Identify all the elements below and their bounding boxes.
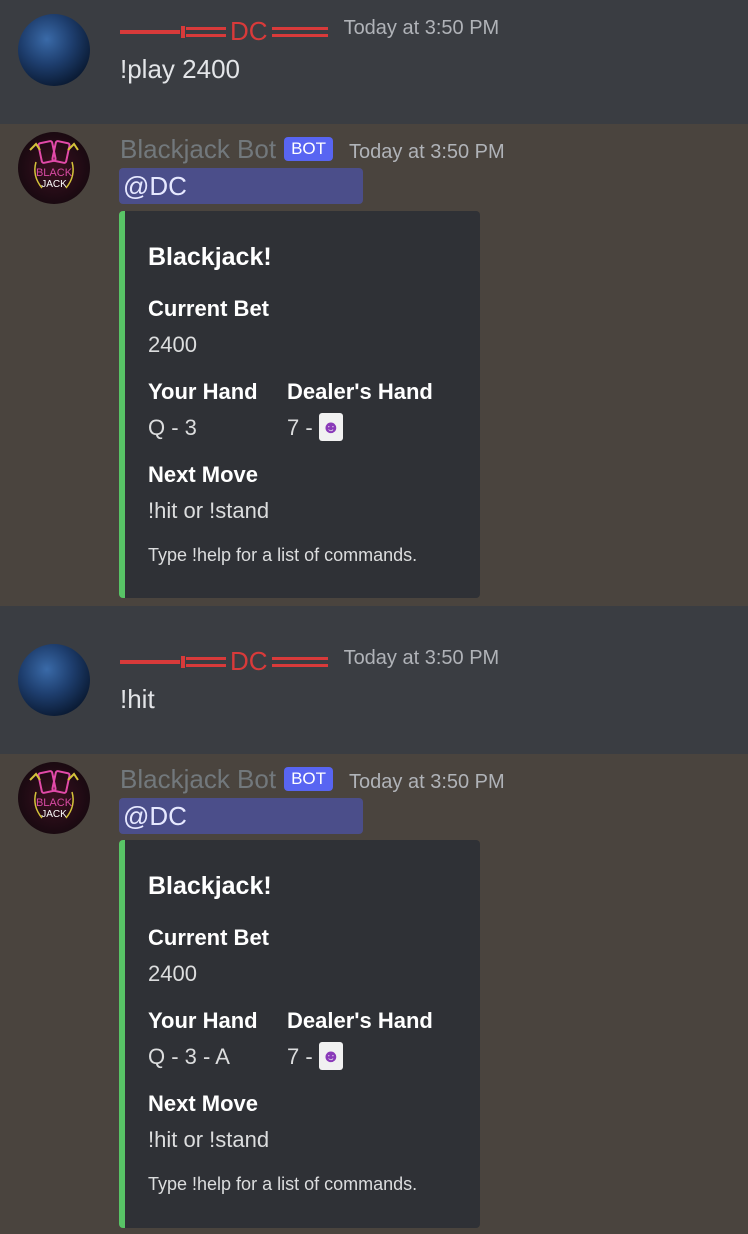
name-decoration-double [186,656,226,667]
username[interactable]: Blackjack Bot [120,134,276,165]
svg-text:JACK: JACK [41,179,67,190]
user-mention[interactable]: @DC [119,168,363,204]
embed-title: Blackjack! [148,872,272,900]
bot-tag-badge: BOT [284,767,334,791]
name-decoration-left [120,29,180,34]
embed-footer: Type !help for a list of commands. [148,545,418,565]
name-decoration-tick [181,655,185,668]
name-decoration-right [271,26,328,37]
field-your-hand-value: Q - 3 [148,415,197,440]
username-text: DC [230,16,268,46]
message-header: DC Today at 3:50 PM [120,646,499,677]
user-avatar[interactable] [18,644,90,716]
name-decoration-right [271,656,328,667]
mention-text: @DC [123,800,187,831]
message-bot-embed-1: BLACK JACK Blackjack Bot BOT Today at 3:… [0,124,748,606]
field-your-hand-label: Your Hand [148,379,258,404]
timestamp: Today at 3:50 PM [343,16,500,39]
joker-card-icon: ☻ [318,1042,343,1071]
message-header: DC Today at 3:50 PM [120,16,499,47]
embed-title: Blackjack! [148,243,272,271]
message-header: Blackjack Bot BOT Today at 3:50 PM [120,764,505,795]
field-current-bet-value: 2400 [148,961,197,986]
timestamp: Today at 3:50 PM [349,141,505,163]
user-mention[interactable]: @DC [119,798,363,834]
timestamp: Today at 3:50 PM [349,771,505,793]
timestamp: Today at 3:50 PM [343,646,500,669]
field-next-move-label: Next Move [148,1091,259,1116]
user-avatar[interactable] [18,14,90,86]
field-your-hand-value: Q - 3 - A [148,1044,230,1069]
message-user-play: DC Today at 3:50 PM !play 2400 [0,0,748,124]
name-decoration-left [120,659,180,664]
field-next-move-value: !hit or !stand [148,1127,270,1152]
dealer-hand-text: 7 - [287,415,313,440]
svg-text:BLACK: BLACK [36,797,73,809]
blackjack-logo-icon: BLACK JACK [29,770,79,820]
blackjack-embed: Blackjack! Current Bet 2400 Your Hand Q … [119,211,480,598]
message-text: !hit [120,684,155,714]
blackjack-embed: Blackjack! Current Bet 2400 Your Hand Q … [119,840,480,1228]
message-header: Blackjack Bot BOT Today at 3:50 PM [120,134,505,165]
message-user-hit: DC Today at 3:50 PM !hit [0,606,748,754]
field-current-bet-label: Current Bet [148,296,270,321]
blackjack-logo-icon: BLACK JACK [29,140,79,190]
joker-card-icon: ☻ [318,413,343,442]
name-decoration-double [186,26,226,37]
field-next-move-label: Next Move [148,462,259,487]
field-next-move-value: !hit or !stand [148,498,270,523]
field-dealer-hand-label: Dealer's Hand [287,1008,433,1033]
field-your-hand-label: Your Hand [148,1008,258,1033]
message-text: !play 2400 [120,54,240,84]
bot-tag-badge: BOT [284,137,334,161]
field-current-bet-value: 2400 [148,332,197,357]
bot-avatar[interactable]: BLACK JACK [18,132,90,204]
svg-text:JACK: JACK [41,809,67,820]
field-dealer-hand-value: 7 - ☻ [287,1042,343,1072]
field-current-bet-label: Current Bet [148,925,270,950]
username-text: DC [230,646,268,676]
name-decoration-tick [181,25,185,38]
field-dealer-hand-label: Dealer's Hand [287,379,433,404]
username[interactable]: DC [120,16,328,47]
svg-text:BLACK: BLACK [36,167,73,179]
field-dealer-hand-value: 7 - ☻ [287,413,343,443]
bot-avatar[interactable]: BLACK JACK [18,762,90,834]
dealer-hand-text: 7 - [287,1044,313,1069]
mention-text: @DC [123,170,187,201]
username[interactable]: DC [120,646,328,677]
username[interactable]: Blackjack Bot [120,764,276,795]
embed-footer: Type !help for a list of commands. [148,1174,418,1194]
message-bot-embed-2: BLACK JACK Blackjack Bot BOT Today at 3:… [0,754,748,1234]
